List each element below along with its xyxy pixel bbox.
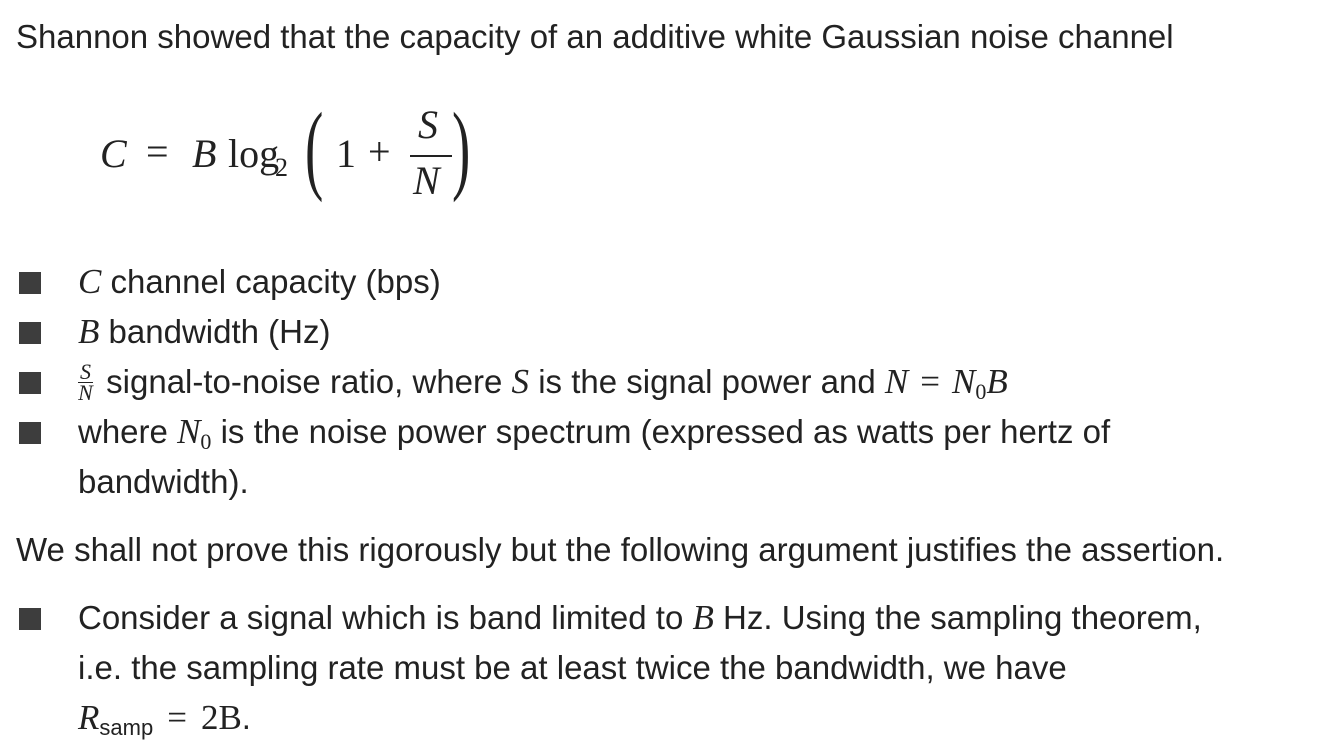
bullet-square (19, 608, 41, 630)
symbol-b: B (692, 598, 714, 637)
definition-snr: SN signal-to-noise ratio, where S is the… (78, 360, 1008, 412)
symbol-s: S (511, 362, 530, 401)
definition-text: where (78, 413, 178, 450)
definition-text: bandwidth (Hz) (99, 313, 331, 350)
symbol-b: B (78, 312, 100, 351)
eq-denominator: N (413, 158, 440, 203)
snr-fraction: SN (78, 360, 93, 405)
intro-text: Shannon showed that the capacity of an a… (16, 18, 1174, 55)
eq-right-paren: ) (452, 92, 471, 203)
symbol-r: R (78, 698, 100, 737)
consider-line-2: i.e. the sampling rate must be at least … (78, 649, 1067, 686)
definition-bandwidth: B bandwidth (Hz) (78, 312, 331, 352)
bullet-square (19, 422, 41, 444)
definition-text: is the signal power and (529, 363, 885, 400)
definition-text: signal-to-noise ratio, where (97, 363, 512, 400)
definition-capacity: C channel capacity (bps) (78, 262, 441, 302)
eq-capacity-symbol: C (100, 131, 127, 176)
bullet-square (19, 372, 41, 394)
eq-plus: + (368, 129, 391, 174)
symbol-n0-base: N (177, 412, 201, 451)
symbol-n0-sub: 0 (975, 379, 987, 404)
definition-text: is the noise power spectrum (expressed a… (211, 413, 1111, 450)
eq-one: 1 (336, 131, 356, 176)
equals-sign: = (167, 698, 187, 737)
symbol-r-sub: samp (99, 715, 154, 740)
eq-log-base: 2 (275, 153, 288, 182)
eq-left-paren: ( (305, 92, 324, 203)
period: . (241, 699, 251, 736)
symbol-n0-sub: 0 (200, 429, 212, 454)
bullet-square (19, 322, 41, 344)
rsamp-value: 2B (200, 698, 242, 737)
symbol-n: N (884, 362, 909, 401)
symbol-b: B (986, 362, 1008, 401)
snr-denominator: N (78, 379, 93, 405)
rsamp-equation: Rsamp = 2B. (78, 698, 251, 748)
consider-text: Consider a signal which is band limited … (78, 599, 693, 636)
definition-text: channel capacity (bps) (101, 263, 441, 300)
symbol-c: C (78, 262, 102, 301)
eq-log: log (228, 131, 280, 176)
consider-text: Hz. Using the sampling theorem, (713, 599, 1202, 636)
eq-numerator: S (418, 102, 438, 147)
bullet-square (19, 272, 41, 294)
consider-line-1: Consider a signal which is band limited … (78, 598, 1202, 638)
definition-noise-spectrum: where N0 is the noise power spectrum (ex… (78, 412, 1110, 462)
symbol-n0-base: N (952, 362, 976, 401)
definition-noise-spectrum-cont: bandwidth). (78, 463, 249, 500)
equals-sign: = (920, 362, 941, 401)
argument-text: We shall not prove this rigorously but t… (16, 531, 1225, 568)
eq-bandwidth-symbol: B (192, 131, 217, 176)
eq-equals: = (146, 129, 169, 174)
